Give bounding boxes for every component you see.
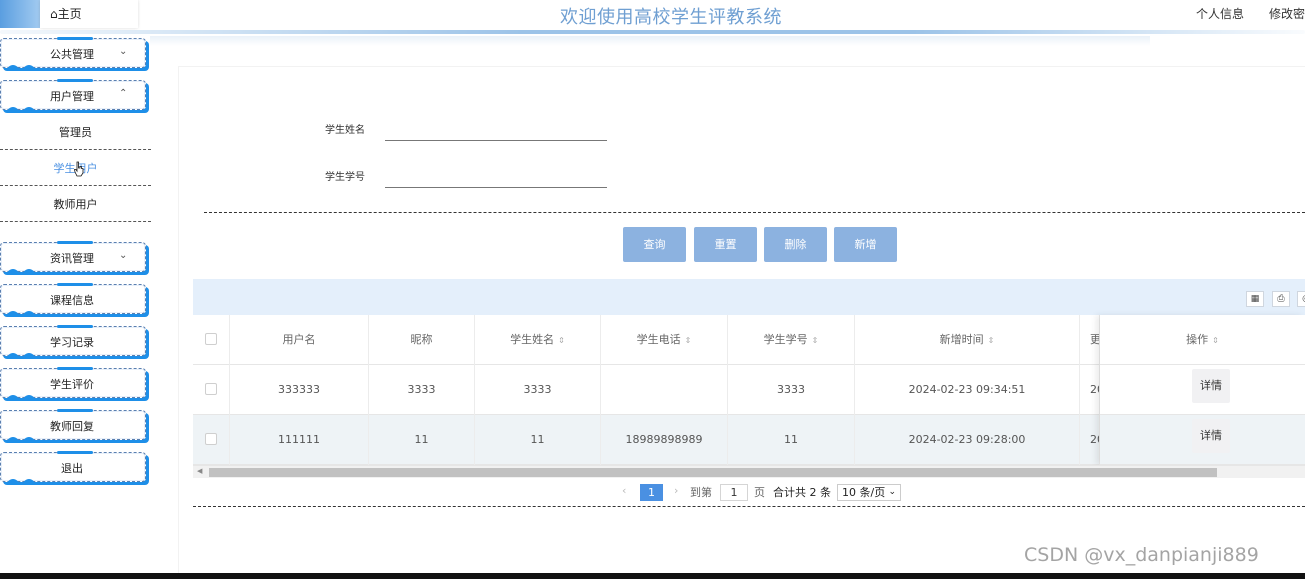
header-shadow [150,36,1150,46]
export-icon[interactable]: ◎ [1297,291,1305,307]
prev-page-icon[interactable]: ‹ [622,484,626,497]
sort-icon[interactable]: ⇕ [812,336,819,345]
student-number-input[interactable] [385,187,607,188]
sidebar: 公共管理 ⌄ 用户管理 ⌃ 管理员 学生用户 教师用户 资讯管理 ⌄ 课程信息 … [0,34,160,579]
col-nickname: 昵称 [369,315,475,365]
menu-label: 课程信息 [50,294,94,307]
sort-icon[interactable]: ⇕ [988,336,995,345]
student-name-input[interactable] [385,140,607,141]
cell-created-time: 2024-02-23 09:34:51 [855,365,1080,415]
horizontal-scrollbar[interactable]: ◀ [193,465,1305,478]
chevron-down-icon: ⌄ [119,46,128,57]
menu-teacher-reply[interactable]: 教师回复 [0,409,146,443]
scrollbar-thumb[interactable] [209,468,1217,477]
sort-icon[interactable]: ⇕ [558,336,565,345]
home-label[interactable]: ⌂主页 [50,5,82,22]
site-title: 欢迎使用高校学生评教系统 [560,7,782,28]
cell-created-time: 2024-02-23 09:28:00 [855,415,1080,465]
menu-student-evaluation[interactable]: 学生评价 [0,367,146,401]
select-all-checkbox[interactable] [205,333,217,345]
search-divider [204,212,1305,213]
home-tab-accent [0,0,44,28]
delete-button[interactable]: 删除 [764,227,827,262]
student-number-label: 学生学号 [325,172,365,183]
menu-logout[interactable]: 退出 [0,451,146,485]
menu-news-management[interactable]: 资讯管理 ⌄ [0,241,146,275]
menu-user-management[interactable]: 用户管理 ⌃ [0,79,146,113]
sidebar-item-teacher-users[interactable]: 教师用户 [0,188,151,222]
col-student-number[interactable]: 学生学号 ⇕ [728,315,855,365]
menu-course-info[interactable]: 课程信息 [0,283,146,317]
top-header: ⌂主页 欢迎使用高校学生评教系统 个人信息 修改密码 [0,0,1305,32]
menu-label: 学生评价 [50,378,94,391]
add-button[interactable]: 新增 [834,227,897,262]
page-size-select[interactable]: 10 条/页 ⌄ [837,484,901,501]
sort-icon[interactable]: ⇕ [685,336,692,345]
goto-page-input[interactable]: 1 [720,484,748,501]
cell-student-phone [601,365,728,415]
total-count: 合计共 2 条 [773,486,831,499]
detail-button[interactable]: 详情 [1192,369,1230,403]
col-actions: 操作 ⇕ [1186,333,1219,346]
print-icon[interactable]: ⎙ [1272,291,1290,307]
actions-column: 操作 ⇕ 详情 详情 [1100,315,1305,465]
bottom-bar [0,573,1305,579]
cell-username: 333333 [230,365,369,415]
menu-label: 学习记录 [50,336,94,349]
menu-public-management[interactable]: 公共管理 ⌄ [0,37,146,71]
menu-study-records[interactable]: 学习记录 [0,325,146,359]
change-password-link[interactable]: 修改密码 [1269,5,1305,22]
search-button[interactable]: 查询 [623,227,686,262]
col-created-time[interactable]: 新增时间 ⇕ [855,315,1080,365]
page-number-current[interactable]: 1 [640,484,663,501]
cell-student-number: 3333 [728,365,855,415]
student-name-label: 学生姓名 [325,125,365,136]
cell-updated-time: 20 [1080,365,1100,415]
chevron-down-icon: ⌄ [119,250,128,261]
cell-updated-time: 20 [1080,415,1100,465]
detail-button[interactable]: 详情 [1192,419,1230,453]
row-checkbox[interactable] [205,383,217,395]
columns-filter-icon[interactable]: ▦ [1246,291,1264,307]
cell-username: 111111 [230,415,369,465]
col-student-name[interactable]: 学生姓名 ⇕ [475,315,601,365]
row-checkbox[interactable] [205,433,217,445]
profile-link[interactable]: 个人信息 [1196,5,1244,22]
sidebar-item-admin[interactable]: 管理员 [0,116,151,150]
chevron-up-icon: ⌃ [119,88,128,99]
col-student-phone[interactable]: 学生电话 ⇕ [601,315,728,365]
sort-icon[interactable]: ⇕ [1212,336,1219,345]
header-divider [0,30,1305,34]
scroll-left-icon[interactable]: ◀ [197,467,202,475]
hand-cursor-icon [74,161,84,177]
cell-student-phone: 18989898989 [601,415,728,465]
next-page-icon[interactable]: › [674,484,678,497]
watermark: CSDN @vx_danpianji889 [1024,544,1259,566]
cell-nickname: 11 [369,415,475,465]
col-updated-time: 更 [1080,315,1100,365]
reset-button[interactable]: 重置 [694,227,757,262]
table-divider [193,506,1305,507]
col-username: 用户名 [230,315,369,365]
cell-student-name: 11 [475,415,601,465]
menu-label: 退出 [61,462,83,475]
table-toolbar [193,279,1305,315]
goto-label: 到第 [690,486,712,499]
home-tab[interactable]: ⌂主页 [0,0,138,28]
cell-nickname: 3333 [369,365,475,415]
chevron-down-icon: ⌄ [888,487,896,497]
page-unit-label: 页 [754,486,765,499]
cell-student-number: 11 [728,415,855,465]
cell-student-name: 3333 [475,365,601,415]
menu-label: 教师回复 [50,420,94,433]
